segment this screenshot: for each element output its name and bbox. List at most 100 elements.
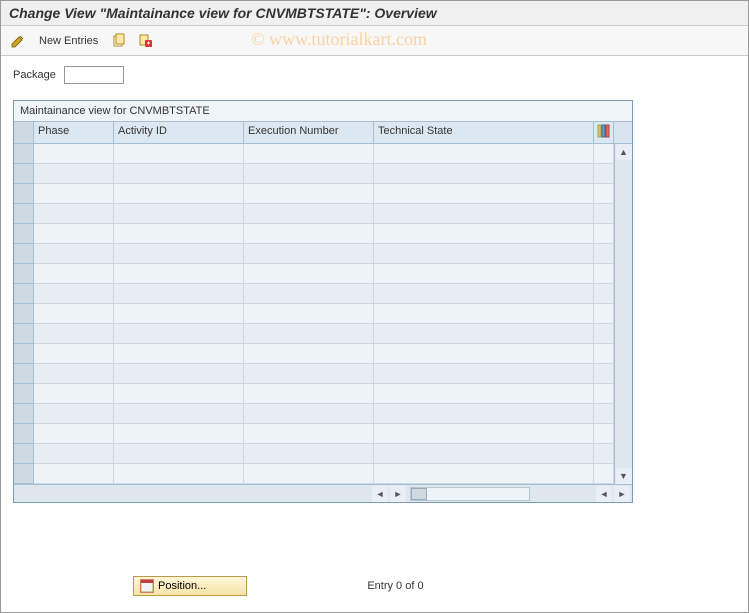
cell-phase[interactable] — [34, 404, 114, 424]
cell-technical-state[interactable] — [374, 404, 594, 424]
cell-execution-number[interactable] — [244, 444, 374, 464]
cell-activity-id[interactable] — [114, 144, 244, 164]
row-selector[interactable] — [14, 264, 34, 284]
cell-execution-number[interactable] — [244, 364, 374, 384]
cell-phase[interactable] — [34, 264, 114, 284]
table-row[interactable] — [14, 264, 632, 284]
row-selector[interactable] — [14, 284, 34, 304]
cell-phase[interactable] — [34, 364, 114, 384]
horizontal-scrollbar[interactable]: ◄ ► ◄ ► — [14, 484, 632, 502]
cell-execution-number[interactable] — [244, 204, 374, 224]
cell-execution-number[interactable] — [244, 144, 374, 164]
cell-technical-state[interactable] — [374, 244, 594, 264]
cell-activity-id[interactable] — [114, 404, 244, 424]
cell-technical-state[interactable] — [374, 224, 594, 244]
cell-technical-state[interactable] — [374, 164, 594, 184]
hscroll-right-button[interactable]: ► — [390, 486, 406, 502]
cell-technical-state[interactable] — [374, 144, 594, 164]
cell-execution-number[interactable] — [244, 304, 374, 324]
cell-activity-id[interactable] — [114, 324, 244, 344]
cell-execution-number[interactable] — [244, 224, 374, 244]
cell-phase[interactable] — [34, 464, 114, 484]
cell-execution-number[interactable] — [244, 184, 374, 204]
cell-technical-state[interactable] — [374, 344, 594, 364]
cell-phase[interactable] — [34, 164, 114, 184]
cell-activity-id[interactable] — [114, 264, 244, 284]
table-row[interactable] — [14, 324, 632, 344]
delete-icon[interactable] — [136, 32, 154, 50]
cell-activity-id[interactable] — [114, 284, 244, 304]
row-selector[interactable] — [14, 384, 34, 404]
table-row[interactable] — [14, 364, 632, 384]
cell-activity-id[interactable] — [114, 344, 244, 364]
cell-technical-state[interactable] — [374, 184, 594, 204]
table-row[interactable] — [14, 204, 632, 224]
cell-phase[interactable] — [34, 304, 114, 324]
cell-phase[interactable] — [34, 204, 114, 224]
cell-technical-state[interactable] — [374, 384, 594, 404]
cell-activity-id[interactable] — [114, 384, 244, 404]
scroll-down-button[interactable]: ▼ — [616, 468, 632, 484]
cell-activity-id[interactable] — [114, 244, 244, 264]
row-selector[interactable] — [14, 144, 34, 164]
row-selector[interactable] — [14, 324, 34, 344]
column-header-activity-id[interactable]: Activity ID — [114, 122, 244, 143]
cell-technical-state[interactable] — [374, 424, 594, 444]
cell-execution-number[interactable] — [244, 264, 374, 284]
cell-phase[interactable] — [34, 184, 114, 204]
cell-activity-id[interactable] — [114, 224, 244, 244]
vertical-scrollbar[interactable]: ▲ ▼ — [614, 144, 632, 484]
cell-activity-id[interactable] — [114, 184, 244, 204]
new-entries-button[interactable]: New Entries — [35, 33, 102, 49]
row-selector[interactable] — [14, 404, 34, 424]
cell-execution-number[interactable] — [244, 284, 374, 304]
cell-execution-number[interactable] — [244, 324, 374, 344]
cell-activity-id[interactable] — [114, 444, 244, 464]
cell-execution-number[interactable] — [244, 384, 374, 404]
table-row[interactable] — [14, 144, 632, 164]
cell-phase[interactable] — [34, 284, 114, 304]
cell-technical-state[interactable] — [374, 444, 594, 464]
position-button[interactable]: Position... — [133, 576, 247, 596]
cell-technical-state[interactable] — [374, 284, 594, 304]
cell-phase[interactable] — [34, 424, 114, 444]
cell-technical-state[interactable] — [374, 324, 594, 344]
row-selector[interactable] — [14, 444, 34, 464]
column-config-button[interactable] — [594, 122, 614, 143]
hscroll-left-button[interactable]: ◄ — [372, 486, 388, 502]
column-header-phase[interactable]: Phase — [34, 122, 114, 143]
cell-activity-id[interactable] — [114, 164, 244, 184]
cell-execution-number[interactable] — [244, 404, 374, 424]
cell-execution-number[interactable] — [244, 424, 374, 444]
table-row[interactable] — [14, 344, 632, 364]
cell-technical-state[interactable] — [374, 464, 594, 484]
table-row[interactable] — [14, 404, 632, 424]
row-selector[interactable] — [14, 364, 34, 384]
scroll-up-button[interactable]: ▲ — [616, 144, 632, 160]
cell-execution-number[interactable] — [244, 244, 374, 264]
cell-activity-id[interactable] — [114, 204, 244, 224]
table-row[interactable] — [14, 224, 632, 244]
cell-phase[interactable] — [34, 324, 114, 344]
table-row[interactable] — [14, 244, 632, 264]
table-row[interactable] — [14, 164, 632, 184]
cell-activity-id[interactable] — [114, 464, 244, 484]
package-input[interactable] — [64, 66, 124, 84]
table-row[interactable] — [14, 464, 632, 484]
row-selector[interactable] — [14, 344, 34, 364]
row-selector[interactable] — [14, 184, 34, 204]
cell-execution-number[interactable] — [244, 464, 374, 484]
cell-phase[interactable] — [34, 224, 114, 244]
cell-technical-state[interactable] — [374, 204, 594, 224]
cell-activity-id[interactable] — [114, 424, 244, 444]
cell-phase[interactable] — [34, 384, 114, 404]
row-selector[interactable] — [14, 204, 34, 224]
table-row[interactable] — [14, 384, 632, 404]
column-header-execution-number[interactable]: Execution Number — [244, 122, 374, 143]
column-header-technical-state[interactable]: Technical State — [374, 122, 594, 143]
row-selector[interactable] — [14, 424, 34, 444]
row-selector[interactable] — [14, 224, 34, 244]
hscroll-track[interactable] — [410, 487, 530, 501]
cell-phase[interactable] — [34, 244, 114, 264]
column-header-selector[interactable] — [14, 122, 34, 143]
